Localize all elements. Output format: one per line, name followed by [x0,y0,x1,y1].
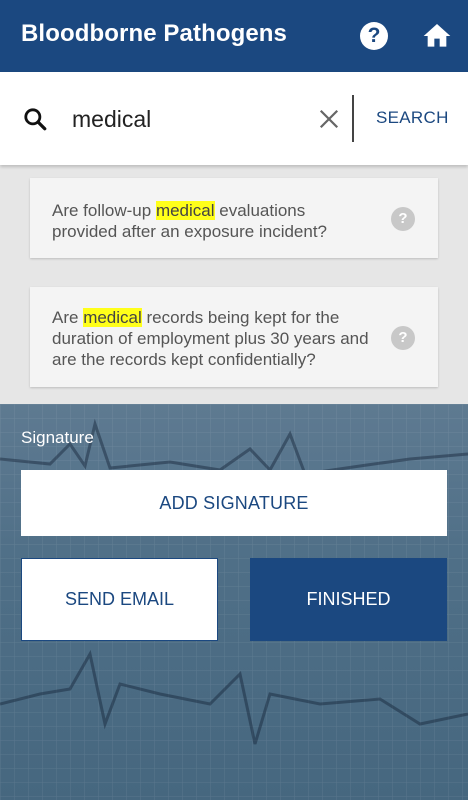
close-icon[interactable] [318,108,340,130]
search-button[interactable]: SEARCH [376,108,449,128]
result-text: Are follow-up medical evaluations provid… [52,201,328,241]
search-bar: SEARCH [0,72,468,165]
search-icon[interactable] [22,106,48,132]
app-bar: Bloodborne Pathogens ? [0,0,468,72]
result-card[interactable]: Are medical records being kept for the d… [30,287,438,387]
search-input[interactable] [72,100,302,138]
search-highlight: medical [83,308,142,327]
finished-button[interactable]: FINISHED [250,558,447,641]
help-icon[interactable]: ? [391,207,415,231]
help-icon[interactable]: ? [360,22,388,50]
app-title: Bloodborne Pathogens [21,20,287,47]
add-signature-button[interactable]: ADD SIGNATURE [21,470,447,536]
help-icon[interactable]: ? [391,326,415,350]
home-icon[interactable] [421,20,453,52]
send-email-button[interactable]: SEND EMAIL [21,558,218,641]
signature-panel: Signature ADD SIGNATURE SEND EMAIL FINIS… [0,404,468,800]
search-highlight: medical [155,201,215,220]
signature-label: Signature [21,428,94,447]
search-divider [352,95,354,142]
result-card[interactable]: Are follow-up medical evaluations provid… [30,178,438,258]
result-text: Are medical records being kept for the d… [52,308,369,369]
